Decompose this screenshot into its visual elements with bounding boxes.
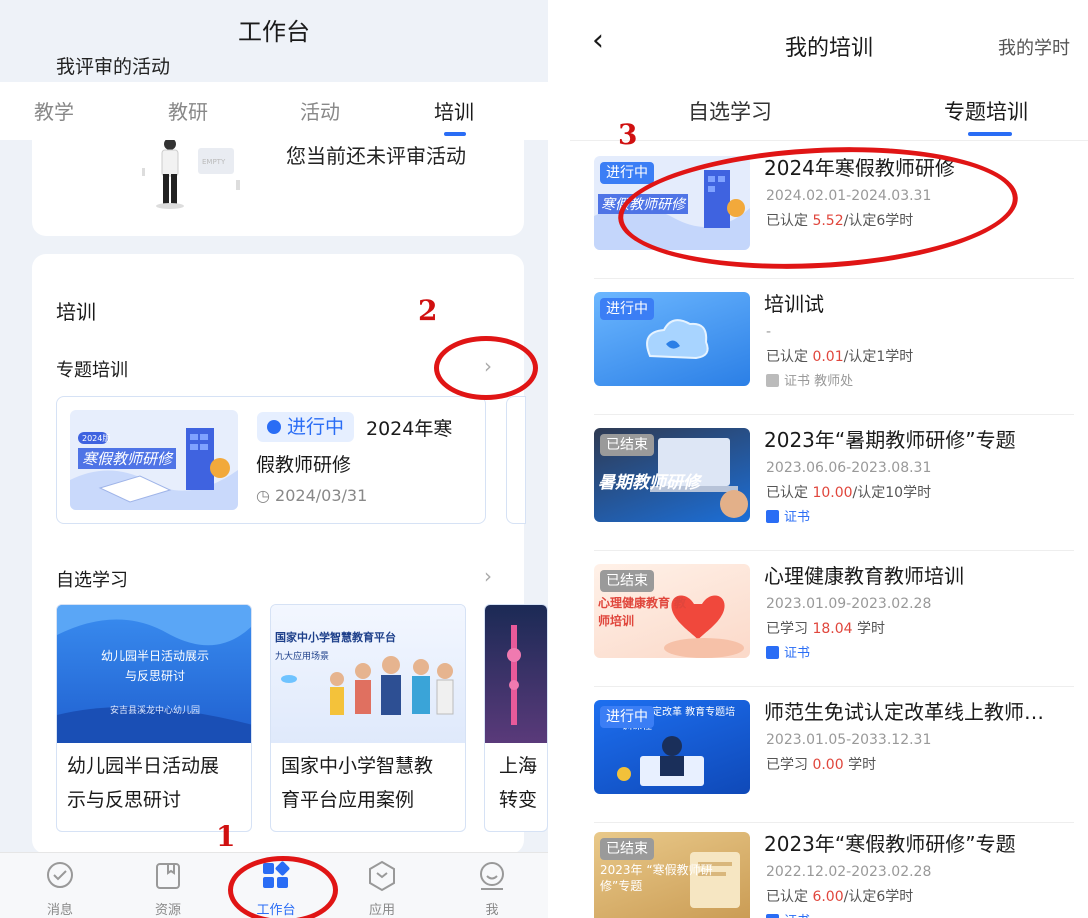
status-badge: 已结束 xyxy=(600,434,654,456)
status-badge: 进行中 xyxy=(600,706,654,728)
topic-end-date: ◷ 2024/03/31 xyxy=(256,486,368,505)
training-credit: 已认定 10.00/认定10学时 xyxy=(766,485,932,501)
screen-gap xyxy=(548,0,570,918)
course-cover-image: 幼儿园半日活动展示 与反思研讨 安吉县溪龙中心幼儿园 xyxy=(57,605,251,743)
status-badge: 进行中 xyxy=(600,162,654,184)
self-study-row-title[interactable]: 自选学习 xyxy=(56,566,128,592)
tab-divider xyxy=(570,140,1088,141)
status-badge: 已结束 xyxy=(600,570,654,592)
status-badge: 已结束 xyxy=(600,838,654,860)
annotation-number-2: 2 xyxy=(418,294,438,327)
annotation-number-1: 1 xyxy=(216,820,236,853)
training-credit: 已认定 0.01/认定1学时 xyxy=(766,349,914,365)
cover-title: 寒假教师研修 xyxy=(78,448,177,469)
course-cover-image: 国家中小学智慧教育平台 九大应用场景 xyxy=(271,605,465,743)
message-check-icon xyxy=(47,862,73,888)
self-study-more-chevron-icon[interactable]: › xyxy=(484,564,492,588)
course-title-line1: 国家中小学智慧教 xyxy=(281,755,434,777)
certificate-icon xyxy=(766,914,779,918)
review-activity-heading: 我评审的活动 xyxy=(56,56,171,78)
tab-self-study[interactable]: 自选学习 xyxy=(688,96,772,126)
training-item[interactable]: 心理健康教育 教师培训 已结束 心理健康教育教师培训 2023.01.09-20… xyxy=(594,558,1074,688)
course-title-line1: 上海 xyxy=(499,755,538,777)
training-title: 培训试 xyxy=(764,292,824,316)
item-divider xyxy=(594,686,1074,687)
training-date-range: - xyxy=(766,324,772,340)
training-title: 2023年“暑期教师研修”专题 xyxy=(764,428,1016,452)
status-badge: 进行中 xyxy=(600,298,654,320)
course-title-line2: 示与反思研讨 xyxy=(67,789,182,811)
certificate-link[interactable]: 证书 xyxy=(766,910,810,918)
nav-apps[interactable]: 应用 xyxy=(352,859,412,918)
topic-training-row-title[interactable]: 专题培训 xyxy=(56,356,128,382)
training-credit: 已认定 6.00/认定6学时 xyxy=(766,889,914,905)
training-item[interactable]: 2023年 “寒假教师研修”专题 已结束 2023年“寒假教师研修”专题 202… xyxy=(594,826,1074,918)
item-divider xyxy=(594,822,1074,823)
certificate-icon xyxy=(766,646,779,659)
training-date-range: 2023.06.06-2023.08.31 xyxy=(766,460,932,476)
my-hours-link[interactable]: 我的学时 xyxy=(998,34,1070,60)
status-badge: 进行中 xyxy=(257,412,355,442)
training-item[interactable]: 免试认定改革 教育专题培训课程 进行中 师范生免试认定改革线上教师… 2023.… xyxy=(594,694,1074,824)
screenshot-stage: 工作台 我评审的活动 教学 教研 活动 培训 EMPTY 您当前还未评审活动 培… xyxy=(0,0,1088,918)
training-credit: 已学习 18.04 学时 xyxy=(766,621,885,637)
certificate-info: 证书 教师处 xyxy=(766,370,853,389)
course-card[interactable]: 上海 转变 xyxy=(484,604,548,832)
empty-state-text: 您当前还未评审活动 xyxy=(286,144,466,168)
training-date-range: 2023.01.09-2023.02.28 xyxy=(766,596,932,612)
annotation-ellipse-1 xyxy=(228,856,338,918)
apps-cube-icon xyxy=(369,860,395,892)
training-date-range: 2022.12.02-2023.02.28 xyxy=(766,864,932,880)
tab-teaching[interactable]: 教学 xyxy=(34,96,74,125)
tab-training[interactable]: 培训 xyxy=(434,96,474,125)
nav-me[interactable]: 我 xyxy=(462,859,522,918)
topic-cover-image: 2024版 寒假教师研修 xyxy=(70,410,238,510)
certificate-link[interactable]: 证书 xyxy=(766,642,810,661)
training-title: 2023年“寒假教师研修”专题 xyxy=(764,832,1016,856)
course-card[interactable]: 国家中小学智慧教育平台 九大应用场景 国家中小学智慧教 育平台应用案例 xyxy=(270,604,466,832)
certificate-icon xyxy=(766,374,779,387)
active-tab-indicator xyxy=(444,132,466,136)
annotation-ellipse-2 xyxy=(434,336,538,400)
annotation-number-3: 3 xyxy=(618,118,638,151)
item-divider xyxy=(594,414,1074,415)
next-topic-card-peek[interactable] xyxy=(506,396,526,524)
training-credit: 已学习 0.00 学时 xyxy=(766,757,877,773)
training-date-range: 2023.01.05-2033.12.31 xyxy=(766,732,932,748)
training-item[interactable]: 暑期教师研修 已结束 2023年“暑期教师研修”专题 2023.06.06-20… xyxy=(594,422,1074,552)
book-icon xyxy=(156,863,180,889)
certificate-link[interactable]: 证书 xyxy=(766,506,810,525)
training-section-title: 培训 xyxy=(56,300,96,324)
training-title: 师范生免试认定改革线上教师… xyxy=(764,700,1044,724)
workbench-screen: 工作台 我评审的活动 教学 教研 活动 培训 EMPTY 您当前还未评审活动 培… xyxy=(0,0,548,918)
item-divider xyxy=(594,550,1074,551)
tab-activity[interactable]: 活动 xyxy=(300,96,340,125)
course-title-line2: 转变 xyxy=(499,789,538,811)
item-divider xyxy=(594,278,1074,279)
nav-messages[interactable]: 消息 xyxy=(30,859,90,918)
svg-text:EMPTY: EMPTY xyxy=(202,158,226,166)
my-training-screen: ‹ 我的培训 我的学时 自选学习 专题培训 寒假教师研修 进行中 2024年寒假… xyxy=(570,0,1088,918)
course-title-line2: 育平台应用案例 xyxy=(281,789,415,811)
topic-name-line1: 2024年寒 xyxy=(366,418,453,440)
certificate-icon xyxy=(766,510,779,523)
cover-tag: 2024版 xyxy=(82,434,111,443)
active-tab-indicator xyxy=(968,132,1012,136)
course-cover-image xyxy=(485,605,547,743)
tab-research[interactable]: 教研 xyxy=(168,96,208,125)
profile-icon xyxy=(480,862,504,890)
nav-resources[interactable]: 资源 xyxy=(138,859,198,918)
course-card[interactable]: 幼儿园半日活动展示 与反思研讨 安吉县溪龙中心幼儿园 幼儿园半日活动展 示与反思… xyxy=(56,604,252,832)
clock-icon: ◷ xyxy=(256,486,276,505)
topic-name-line2: 假教师研修 xyxy=(256,454,352,476)
course-title-line1: 幼儿园半日活动展 xyxy=(67,755,220,777)
workbench-tabs: 教学 教研 活动 培训 xyxy=(0,82,548,140)
tab-topic-training[interactable]: 专题培训 xyxy=(944,96,1028,126)
training-title: 心理健康教育教师培训 xyxy=(764,564,964,588)
ongoing-clock-icon xyxy=(267,420,281,434)
training-item[interactable]: 进行中 培训试 - 已认定 0.01/认定1学时 证书 教师处 xyxy=(594,286,1074,416)
page-title: 工作台 xyxy=(238,18,310,46)
empty-illustration-icon: EMPTY xyxy=(142,140,240,209)
